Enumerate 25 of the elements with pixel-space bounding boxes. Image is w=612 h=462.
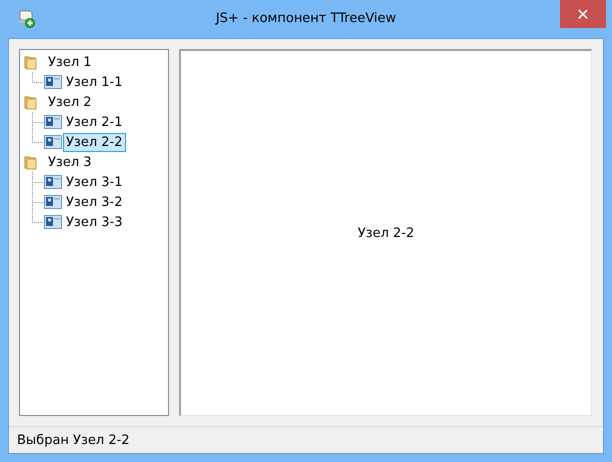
card-icon	[44, 135, 62, 149]
tree-line	[32, 72, 44, 83]
tree-item[interactable]: Узел 2	[45, 92, 95, 112]
tree-item[interactable]: Узел 3-3	[63, 212, 126, 232]
tree-line	[32, 172, 44, 192]
card-icon	[44, 75, 62, 89]
tree-item[interactable]: Узел 3-1	[63, 172, 126, 192]
close-button[interactable]: ✕	[560, 0, 606, 28]
tree-item[interactable]: Узел 2-1	[63, 112, 126, 132]
status-text: Выбран Узел 2-2	[17, 432, 130, 448]
tree-item[interactable]: Узел 2-2	[63, 132, 126, 152]
tree-item[interactable]: Узел 3	[45, 152, 95, 172]
card-icon	[44, 195, 62, 209]
folder-icon	[24, 156, 36, 170]
tree-item[interactable]: Узел 1	[45, 52, 95, 72]
tree-item[interactable]: Узел 3-2	[63, 192, 126, 212]
app-icon	[16, 8, 36, 28]
card-icon	[44, 215, 62, 229]
detail-text: Узел 2-2	[358, 226, 414, 240]
folder-icon	[24, 56, 36, 70]
card-icon	[44, 115, 62, 129]
folder-icon	[24, 96, 36, 110]
card-icon	[44, 175, 62, 189]
window-title: JS+ - компонент TTreeView	[214, 11, 398, 26]
tree-item[interactable]: Узел 1-1	[63, 72, 126, 92]
